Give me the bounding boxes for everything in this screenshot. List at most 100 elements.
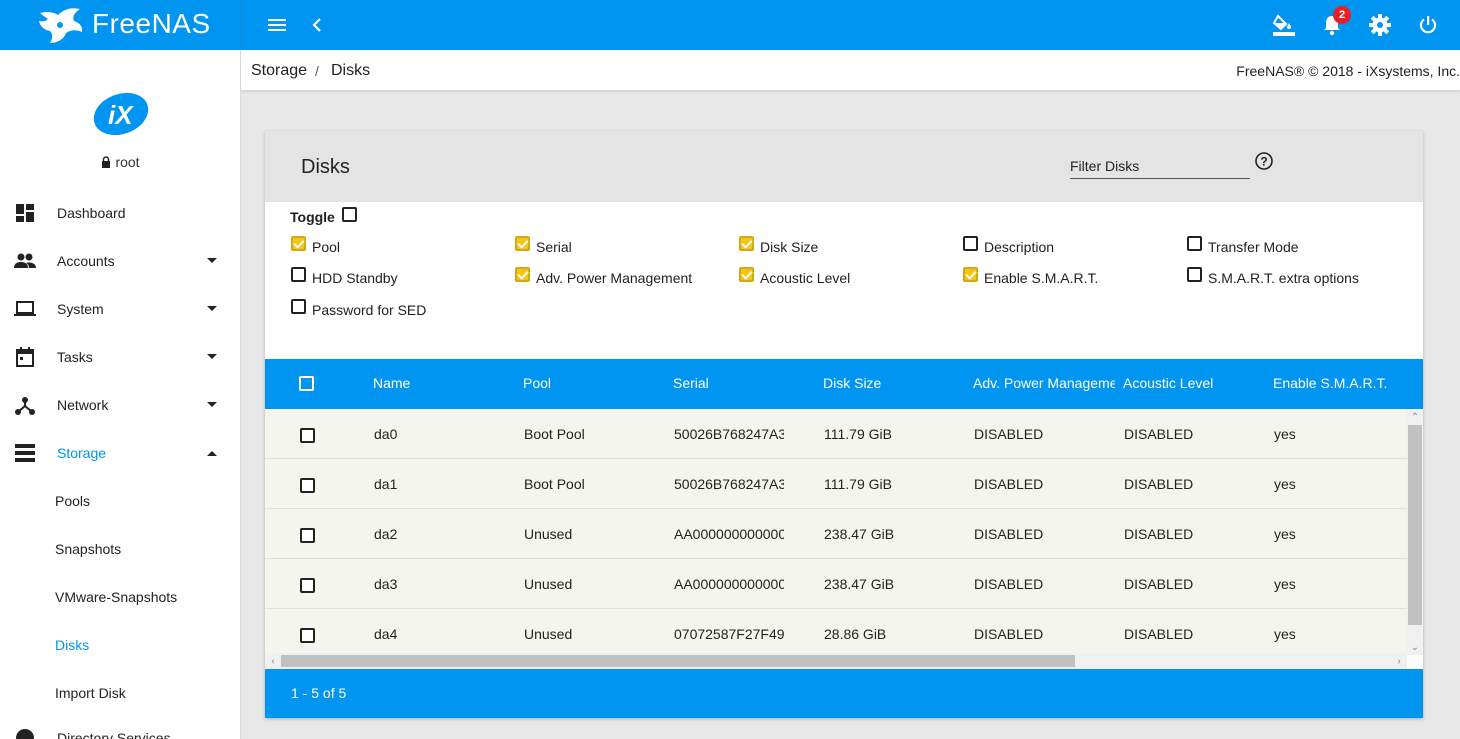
column-hdd-standby-checkbox[interactable] bbox=[291, 267, 306, 282]
cell-pool: Boot Pool bbox=[524, 426, 585, 442]
column-transfer-mode-checkbox[interactable] bbox=[1187, 236, 1202, 251]
filter-field bbox=[1070, 153, 1250, 179]
cell-apm: DISABLED bbox=[974, 526, 1044, 542]
column-acoustic-checkbox[interactable] bbox=[739, 267, 754, 282]
column-header-pool[interactable]: Pool bbox=[523, 375, 663, 391]
breadcrumb-storage[interactable]: Storage bbox=[251, 62, 307, 80]
toggle-all-checkbox[interactable] bbox=[342, 207, 357, 222]
column-password-sed-checkbox[interactable] bbox=[291, 299, 306, 314]
cell-pool: Unused bbox=[524, 576, 573, 592]
cell-size: 111.79 GiB bbox=[824, 426, 892, 442]
column-disk-size-checkbox[interactable] bbox=[739, 236, 754, 251]
sidebar-item-import-disk[interactable]: Import Disk bbox=[0, 669, 240, 717]
theme-bucket-icon[interactable] bbox=[1272, 13, 1296, 37]
column-hdd-standby-label: HDD Standby bbox=[312, 270, 398, 286]
calendar-icon bbox=[14, 346, 36, 368]
column-description-checkbox[interactable] bbox=[963, 236, 978, 251]
lock-icon bbox=[102, 156, 111, 168]
dashboard-icon bbox=[14, 202, 36, 224]
horizontal-scroll-thumb[interactable] bbox=[281, 655, 1075, 667]
table-row[interactable]: da1 Boot Pool 50026B768247A3 111.79 GiB … bbox=[265, 459, 1407, 509]
sidebar-item-disks[interactable]: Disks bbox=[0, 621, 240, 669]
cell-smart: yes bbox=[1274, 426, 1296, 442]
column-smart-label: Enable S.M.A.R.T. bbox=[984, 270, 1099, 286]
menu-icon[interactable] bbox=[265, 13, 289, 37]
sidebar-item-dashboard[interactable]: Dashboard bbox=[0, 189, 240, 237]
cell-size: 111.79 GiB bbox=[824, 476, 892, 492]
storage-icon bbox=[14, 442, 36, 464]
select-all-checkbox[interactable] bbox=[299, 376, 314, 391]
toggle-label: Toggle bbox=[290, 209, 335, 225]
breadcrumb-separator: / bbox=[315, 63, 319, 79]
sidebar-item-label: Import Disk bbox=[55, 685, 126, 701]
cell-acoustic: DISABLED bbox=[1124, 426, 1194, 442]
cell-size: 238.47 GiB bbox=[824, 526, 895, 542]
table-row[interactable]: da3 Unused AA000000000000 238.47 GiB DIS… bbox=[265, 559, 1407, 609]
column-header-serial[interactable]: Serial bbox=[673, 375, 813, 391]
cell-name: da1 bbox=[374, 476, 398, 492]
help-icon[interactable]: ? bbox=[1254, 151, 1274, 171]
vertical-scroll-thumb[interactable] bbox=[1408, 425, 1422, 625]
table-row[interactable]: da2 Unused AA000000000000 238.47 GiB DIS… bbox=[265, 509, 1407, 559]
column-smart-extra-checkbox[interactable] bbox=[1187, 267, 1202, 282]
freenas-logo[interactable]: FreeNAS bbox=[0, 0, 241, 50]
caret-down-icon bbox=[206, 399, 218, 411]
row-checkbox[interactable] bbox=[300, 428, 315, 443]
svg-text:?: ? bbox=[1260, 155, 1267, 169]
power-icon[interactable] bbox=[1416, 13, 1440, 37]
chevron-left-icon[interactable] bbox=[305, 13, 329, 37]
sidebar-item-storage[interactable]: Storage bbox=[0, 429, 240, 477]
column-description-label: Description bbox=[984, 239, 1055, 255]
row-checkbox[interactable] bbox=[300, 528, 315, 543]
notification-badge: 2 bbox=[1333, 6, 1351, 24]
scroll-down-icon[interactable]: ⌄ bbox=[1409, 641, 1421, 653]
table-row[interactable]: da4 Unused 07072587F27F49 28.86 GiB DISA… bbox=[265, 609, 1407, 655]
user-info: root bbox=[0, 154, 240, 170]
row-checkbox[interactable] bbox=[300, 628, 315, 643]
row-checkbox[interactable] bbox=[300, 578, 315, 593]
cell-pool: Boot Pool bbox=[524, 476, 585, 492]
row-checkbox[interactable] bbox=[300, 478, 315, 493]
column-header-name[interactable]: Name bbox=[373, 375, 513, 391]
scroll-right-icon[interactable]: › bbox=[1393, 655, 1405, 667]
table-footer: 1 - 5 of 5 bbox=[265, 669, 1423, 718]
sidebar-item-network[interactable]: Network bbox=[0, 381, 240, 429]
scroll-up-icon[interactable]: ⌃ bbox=[1409, 411, 1421, 423]
caret-down-icon bbox=[206, 303, 218, 315]
sidebar-item-vmware-snapshots[interactable]: VMware-Snapshots bbox=[0, 573, 240, 621]
gear-icon[interactable] bbox=[1368, 13, 1392, 37]
column-header-apm[interactable]: Adv. Power Management bbox=[973, 375, 1115, 391]
page-title: Disks bbox=[301, 156, 350, 178]
cell-name: da2 bbox=[374, 526, 398, 542]
vertical-scrollbar[interactable]: ⌃ ⌄ bbox=[1407, 409, 1423, 655]
cell-smart: yes bbox=[1274, 626, 1296, 642]
sidebar-item-pools[interactable]: Pools bbox=[0, 477, 240, 525]
sidebar-item-system[interactable]: System bbox=[0, 285, 240, 333]
disks-card: Disks ? Toggle Pool Serial Disk Size Des… bbox=[265, 131, 1423, 718]
sidebar-item-label: Disks bbox=[55, 637, 90, 653]
column-apm-checkbox[interactable] bbox=[515, 267, 530, 282]
table-body: da0 Boot Pool 50026B768247A3 111.79 GiB … bbox=[265, 409, 1407, 655]
column-acoustic-label: Acoustic Level bbox=[760, 270, 851, 286]
username: root bbox=[115, 154, 140, 170]
column-header-disk-size[interactable]: Disk Size bbox=[823, 375, 963, 391]
cell-acoustic: DISABLED bbox=[1124, 626, 1194, 642]
column-header-acoustic[interactable]: Acoustic Level bbox=[1123, 375, 1263, 391]
cell-name: da3 bbox=[374, 576, 398, 592]
sidebar-item-tasks[interactable]: Tasks bbox=[0, 333, 240, 381]
column-password-sed-label: Password for SED bbox=[312, 302, 427, 318]
sidebar-item-directory-services[interactable]: Directory Services bbox=[0, 714, 240, 739]
sidebar-item-snapshots[interactable]: Snapshots bbox=[0, 525, 240, 573]
cell-size: 28.86 GiB bbox=[824, 626, 887, 642]
column-smart-checkbox[interactable] bbox=[963, 267, 978, 282]
horizontal-scrollbar[interactable]: ‹ › bbox=[265, 653, 1407, 669]
filter-disks-input[interactable] bbox=[1070, 153, 1250, 174]
column-serial-checkbox[interactable] bbox=[515, 236, 530, 251]
table-row[interactable]: da0 Boot Pool 50026B768247A3 111.79 GiB … bbox=[265, 409, 1407, 459]
scroll-left-icon[interactable]: ‹ bbox=[267, 655, 279, 667]
cell-pool: Unused bbox=[524, 626, 573, 642]
column-pool-checkbox[interactable] bbox=[291, 236, 306, 251]
cell-serial: 50026B768247A3 bbox=[674, 476, 784, 492]
column-header-smart[interactable]: Enable S.M.A.R.T. bbox=[1273, 375, 1413, 391]
sidebar-item-accounts[interactable]: Accounts bbox=[0, 237, 240, 285]
